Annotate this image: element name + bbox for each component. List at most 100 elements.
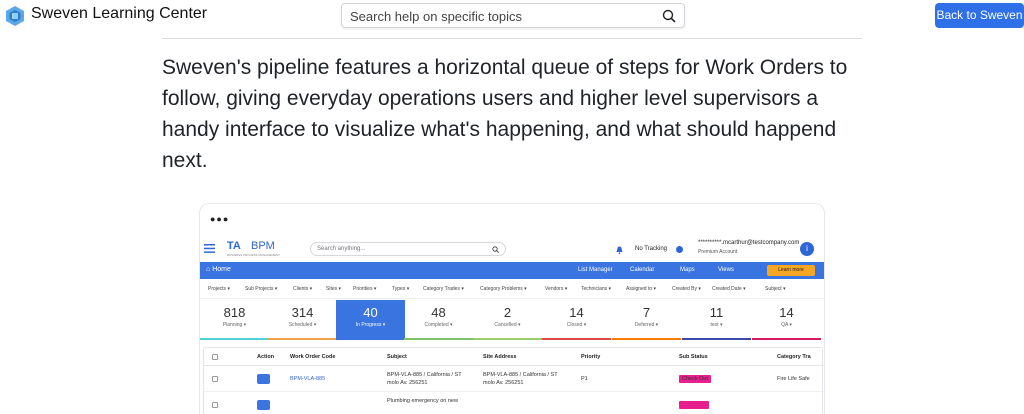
app-search-placeholder: Search anything...	[317, 246, 366, 252]
column-header: Sub Status	[679, 354, 708, 360]
status-badge	[679, 401, 709, 409]
back-to-sweven-button[interactable]: Back to Sweven	[935, 3, 1024, 28]
stat-label: Planning ▾	[222, 322, 247, 328]
stat-color-bar	[404, 338, 473, 340]
table-header: Action Work Order Code Subject Site Addr…	[204, 348, 824, 366]
stat-scheduled: 314 Scheduled ▾	[268, 300, 337, 340]
column-header: Subject	[387, 354, 407, 360]
row-action-button	[257, 400, 270, 410]
user-avatar: i	[800, 242, 814, 256]
article-paragraph: Sweven's pipeline features a horizontal …	[162, 56, 848, 172]
column-header: Site Address	[483, 354, 517, 360]
stat-label: Cancelled ▾	[494, 322, 521, 328]
stat-count: 314	[291, 305, 314, 320]
filter-item: Sites ▾	[326, 286, 342, 292]
priority-cell: P1	[581, 376, 588, 382]
work-orders-table: Action Work Order Code Subject Site Addr…	[203, 347, 824, 414]
stat-test: 11 test ▾	[682, 300, 751, 340]
app-navbar: ⌂ Home List Manager Calendar Maps Views …	[200, 262, 824, 279]
stat-count: 14	[569, 305, 584, 320]
brand-title[interactable]: Sweven Learning Center	[31, 5, 207, 23]
stat-label: QA ▾	[781, 322, 792, 328]
hamburger-menu-icon	[204, 244, 215, 253]
app-search-box: Search anything...	[310, 242, 506, 256]
filter-item: Projects ▾	[208, 286, 230, 292]
stat-qa: 14 QA ▾	[752, 300, 821, 340]
column-header: Priority	[581, 354, 601, 360]
table-row: BPM-VLA-885 BPM-VLA-885 / California / S…	[204, 366, 824, 392]
stat-color-bar	[542, 338, 611, 340]
filter-item: Created Date ▾	[712, 286, 746, 292]
stat-completed: 48 Completed ▾	[404, 300, 473, 340]
nav-list-manager: List Manager	[578, 267, 613, 273]
table-row: Plumbing emergency on new	[204, 392, 824, 414]
row-checkbox	[212, 402, 218, 408]
column-header: Category Tra	[777, 354, 811, 360]
tracking-indicator-icon	[676, 246, 683, 253]
stat-count: 7	[642, 305, 651, 320]
stat-in-progress: 40 In Progress ▾	[336, 300, 405, 340]
filter-item: Created By ▾	[672, 286, 701, 292]
row-checkbox	[212, 376, 218, 382]
nav-calendar: Calendar	[630, 267, 655, 273]
subject-cell: BPM-VLA-885 / California / ST	[387, 372, 462, 378]
stat-cancelled: 2 Cancelled ▾	[473, 300, 542, 340]
app-screenshot-content: TA BPM BUSINESS PROCESS MANAGEMENT Searc…	[200, 230, 824, 414]
stat-color-bar	[268, 338, 337, 340]
filter-bar: Projects ▾ Sub Projects ▾ Clients ▾ Site…	[200, 279, 824, 299]
stat-label: Completed ▾	[424, 322, 453, 328]
stat-count: 48	[431, 305, 446, 320]
work-order-code-link: BPM-VLA-885	[290, 376, 326, 382]
filter-item: Category Trades ▾	[423, 286, 464, 292]
stat-count: 11	[709, 305, 724, 320]
stat-label: Closed ▾	[566, 322, 587, 328]
stat-closed: 14 Closed ▾	[542, 300, 611, 340]
divider	[162, 38, 862, 39]
filter-item: Types ▾	[392, 286, 410, 292]
stat-color-bar	[682, 338, 751, 340]
column-header: Action	[257, 354, 275, 360]
stat-label: Scheduled ▾	[288, 322, 317, 328]
app-search-icon	[492, 246, 499, 253]
top-bar: Sweven Learning Center Back to Sweven	[0, 0, 1024, 32]
nav-home: ⌂ Home	[206, 266, 231, 273]
filter-item: Clients ▾	[293, 286, 313, 292]
address-cell: molo Av. 256251	[483, 380, 524, 386]
stat-color-bar	[612, 338, 681, 340]
filter-item: Vendors ▾	[545, 286, 568, 292]
address-cell: BPM-VLA-885 / California / ST	[483, 372, 558, 378]
account-type: Premium Account	[698, 249, 738, 255]
help-search-input[interactable]	[350, 7, 650, 25]
pipeline-stats: 818 Planning ▾ 314 Scheduled ▾ 40 In Progre…	[200, 300, 824, 340]
filter-item: Assigned to ▾	[626, 286, 657, 292]
help-search-box[interactable]	[341, 3, 685, 28]
select-all-checkbox	[212, 354, 218, 360]
stat-label: In Progress ▾	[355, 322, 386, 328]
user-email: **********.mcarthur@testcompany.com	[698, 240, 800, 246]
stat-count: 40	[363, 305, 378, 320]
learn-more-button: Learn more	[767, 265, 815, 276]
app-tagline: BUSINESS PROCESS MANAGEMENT	[227, 253, 281, 257]
search-icon[interactable]	[662, 9, 676, 23]
stat-planning: 818 Planning ▾	[200, 300, 269, 340]
nav-home-label: Home	[212, 266, 231, 273]
stat-color-bar	[473, 338, 542, 340]
filter-item: Sub Projects ▾	[245, 286, 278, 292]
stat-count: 2	[503, 305, 512, 320]
subject-cell: Plumbing emergency on new	[387, 398, 458, 404]
sweven-logo-icon[interactable]	[5, 5, 25, 27]
row-action-button	[257, 374, 270, 384]
column-header: Work Order Code	[290, 354, 336, 360]
bell-icon	[616, 246, 623, 254]
subject-cell: molo Av. 256251	[387, 380, 428, 386]
filter-item: Technicians ▾	[581, 286, 612, 292]
filter-item: Priorities ▾	[353, 286, 377, 292]
filter-item: Category Problems ▾	[480, 286, 527, 292]
carousel-dots-icon: ●●●	[210, 214, 230, 224]
stat-color-bar	[752, 338, 821, 340]
stat-label: Deferred ▾	[634, 322, 659, 328]
app-header: TA BPM BUSINESS PROCESS MANAGEMENT Searc…	[200, 230, 824, 262]
status-badge: Check Out	[679, 375, 711, 383]
filter-item: Subject ▾	[765, 286, 786, 292]
stat-count: 818	[223, 305, 246, 320]
